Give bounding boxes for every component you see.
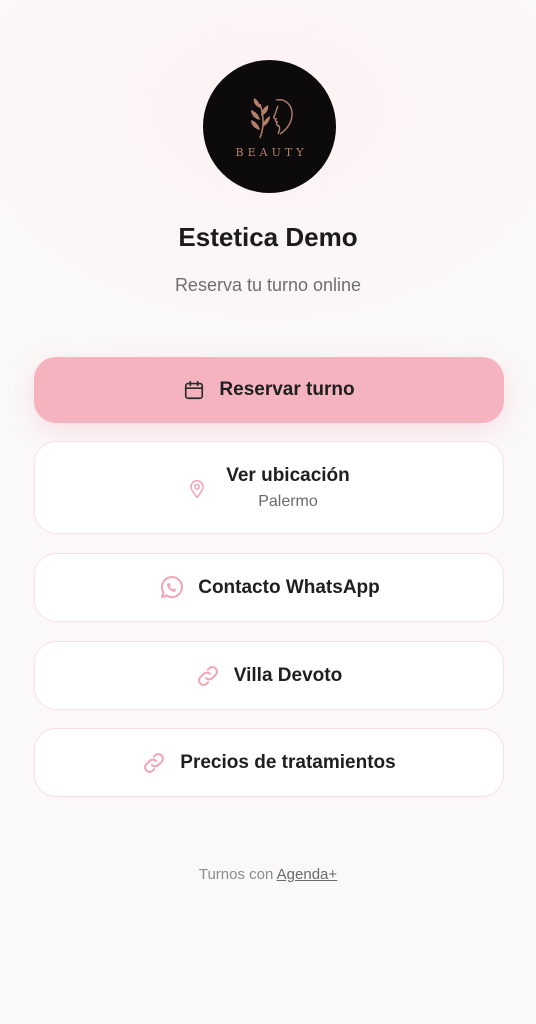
whatsapp-label: Contacto WhatsApp xyxy=(198,576,380,598)
villa-devoto-link-button[interactable]: Villa Devoto xyxy=(34,641,504,710)
whatsapp-icon xyxy=(158,575,184,601)
footer-prefix: Turnos con xyxy=(198,866,274,883)
location-button[interactable]: Ver ubicación Palermo xyxy=(34,441,504,534)
calendar-icon xyxy=(183,379,205,401)
prices-link-button[interactable]: Precios de tratamientos xyxy=(34,728,504,797)
agenda-plus-link[interactable]: Agenda+ xyxy=(277,866,337,883)
tagline: Reserva tu turno online xyxy=(174,275,362,295)
woman-profile-icon xyxy=(250,98,293,139)
book-appointment-button[interactable]: Reservar turno xyxy=(34,357,504,423)
location-label: Ver ubicación xyxy=(226,464,350,486)
map-pin-icon xyxy=(188,479,206,499)
book-appointment-label: Reservar turno xyxy=(219,379,355,400)
link-icon xyxy=(196,664,220,688)
villa-devoto-label: Villa Devoto xyxy=(233,664,343,686)
whatsapp-contact-button[interactable]: Contacto WhatsApp xyxy=(34,553,504,622)
business-name: Estetica Demo xyxy=(178,222,358,252)
link-icon xyxy=(142,751,166,775)
prices-label: Precios de tratamientos xyxy=(180,751,396,773)
logo-text: BEAUTY xyxy=(235,146,308,159)
business-logo: BEAUTY xyxy=(203,60,336,193)
footer: Turnos con Agenda+ xyxy=(0,866,536,883)
location-sublabel: Palermo xyxy=(258,492,318,510)
